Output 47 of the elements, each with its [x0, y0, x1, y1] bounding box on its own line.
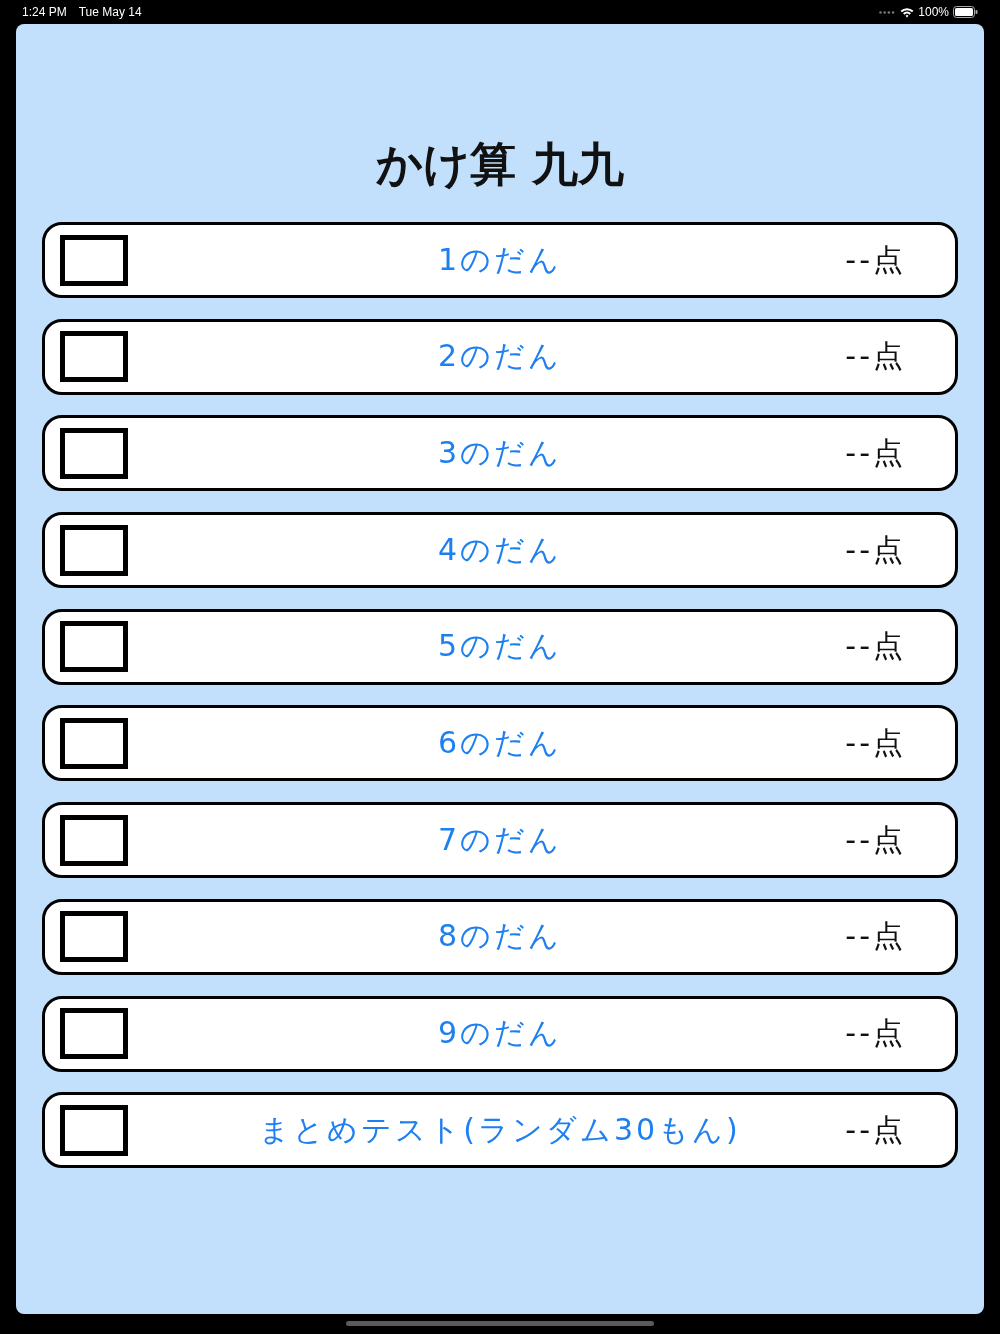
- score-text: --点: [845, 917, 906, 956]
- level-link[interactable]: 3のだん: [437, 432, 563, 474]
- app-title: かけ算 九九: [376, 137, 624, 191]
- signal-dots-icon: [879, 10, 896, 14]
- level-link[interactable]: 4のだん: [437, 529, 563, 571]
- score-text: --点: [845, 1110, 906, 1149]
- level-link[interactable]: 1のだん: [437, 239, 563, 281]
- score-text: --点: [845, 240, 906, 279]
- checkbox[interactable]: [60, 911, 128, 963]
- checkbox[interactable]: [60, 814, 128, 866]
- score-text: --点: [845, 627, 906, 666]
- battery-percent: 100%: [918, 5, 949, 19]
- checkbox[interactable]: [60, 234, 128, 286]
- wifi-icon: [900, 6, 915, 18]
- level-link[interactable]: 8のだん: [437, 916, 563, 958]
- menu-row[interactable]: 1のだん --点: [42, 222, 958, 298]
- menu-row[interactable]: まとめテスト(ランダム30もん) --点: [42, 1092, 958, 1169]
- menu-row[interactable]: 2のだん --点: [42, 318, 958, 395]
- checkbox[interactable]: [60, 427, 128, 479]
- score-text: --点: [845, 820, 906, 859]
- checkbox[interactable]: [60, 331, 128, 383]
- menu-row[interactable]: 8のだん --点: [42, 898, 958, 975]
- level-link[interactable]: 9のだん: [437, 1013, 563, 1054]
- level-link[interactable]: 2のだん: [437, 336, 563, 378]
- level-link[interactable]: まとめテスト(ランダム30もん): [259, 1109, 741, 1151]
- score-text: --点: [845, 1014, 906, 1052]
- menu-row[interactable]: 6のだん --点: [42, 705, 958, 782]
- level-link[interactable]: 5のだん: [437, 626, 563, 668]
- checkbox[interactable]: [60, 1104, 128, 1156]
- menu-row[interactable]: 7のだん --点: [42, 802, 958, 879]
- menu-row[interactable]: 9のだん --点: [42, 995, 958, 1072]
- score-text: --点: [845, 723, 906, 762]
- battery-icon: [953, 6, 978, 18]
- checkbox[interactable]: [60, 1008, 128, 1059]
- menu-row[interactable]: 3のだん --点: [42, 415, 958, 492]
- menu-row[interactable]: 4のだん --点: [42, 512, 958, 589]
- status-time: 1:24 PM: [22, 5, 67, 19]
- checkbox[interactable]: [60, 621, 128, 673]
- status-date: Tue May 14: [78, 5, 142, 19]
- checkbox[interactable]: [60, 717, 128, 769]
- score-text: --点: [845, 433, 906, 472]
- level-link[interactable]: 6のだん: [437, 722, 563, 764]
- score-text: --点: [845, 337, 906, 376]
- checkbox[interactable]: [60, 524, 128, 576]
- score-text: --点: [845, 530, 906, 569]
- menu-row[interactable]: 5のだん --点: [42, 608, 958, 685]
- level-link[interactable]: 7のだん: [437, 819, 563, 861]
